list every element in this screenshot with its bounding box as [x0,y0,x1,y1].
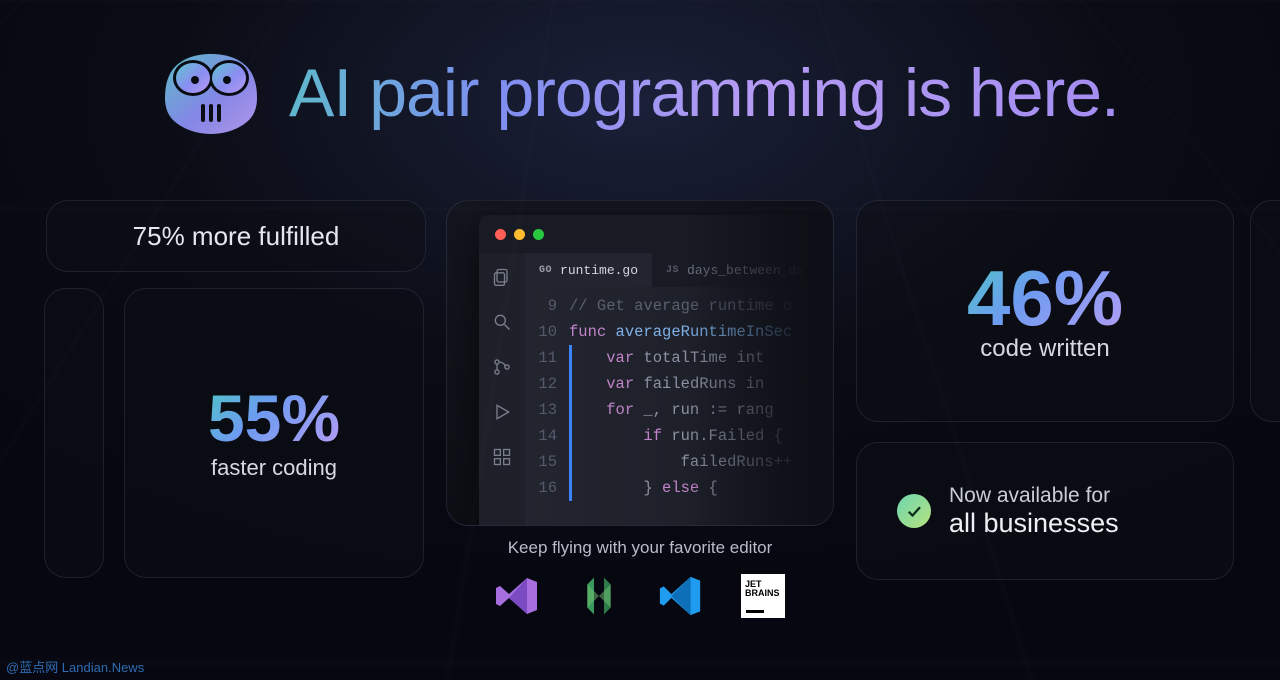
editor-tabs: GO runtime.go JS days_between_da [525,253,834,287]
editors-caption: Keep flying with your favorite editor [446,538,834,558]
window-close-icon [495,229,506,240]
window-controls [495,229,544,240]
editor-code-area: 910111213141516 // Get average runtime o… [525,287,834,526]
stat-faster-pct: 55% [208,385,340,451]
stat-fulfilled-card: 75% more fulfilled [46,200,426,272]
debug-icon [492,402,512,427]
headline: AI pair programming is here. [289,54,1119,132]
stat-written-pct: 46% [967,259,1123,337]
tab-runtime-go: GO runtime.go [525,253,652,287]
availability-line2: all businesses [949,508,1119,539]
suggestion-indicator [569,345,572,501]
source-control-icon [492,357,512,382]
availability-card: Now available for all businesses [856,442,1234,580]
search-icon [492,312,512,337]
decorative-card-left [44,288,104,578]
jetbrains-icon: JET BRAINS [739,572,787,620]
availability-line1: Now available for [949,484,1119,508]
extensions-icon [492,447,512,472]
tab-filename: runtime.go [560,263,638,278]
decorative-card-right [1250,200,1280,422]
stat-faster-card: 55% faster coding [124,288,424,578]
tab-lang-badge: JS [666,265,679,276]
neovim-icon [575,572,623,620]
check-circle-icon [897,494,931,528]
window-zoom-icon [533,229,544,240]
stat-written-label: code written [980,335,1109,363]
stat-faster-label: faster coding [211,455,337,481]
visual-studio-icon [493,572,541,620]
editor-activity-bar [479,253,525,526]
tab-lang-badge: GO [539,265,552,276]
window-minimize-icon [514,229,525,240]
stat-fulfilled-text: 75% more fulfilled [133,221,340,252]
editors-row: JET BRAINS [446,572,834,620]
watermark: @蓝点网 Landian.News [6,657,144,676]
vscode-icon [657,572,705,620]
editor-window: GO runtime.go JS days_between_da 9101112… [479,215,834,526]
stat-written-card: 46% code written [856,200,1234,422]
editor-preview-card: GO runtime.go JS days_between_da 9101112… [446,200,834,526]
copilot-logo-icon [161,48,261,138]
tab-days-between: JS days_between_da [652,253,818,287]
files-icon [492,267,512,292]
tab-filename: days_between_da [687,263,804,278]
